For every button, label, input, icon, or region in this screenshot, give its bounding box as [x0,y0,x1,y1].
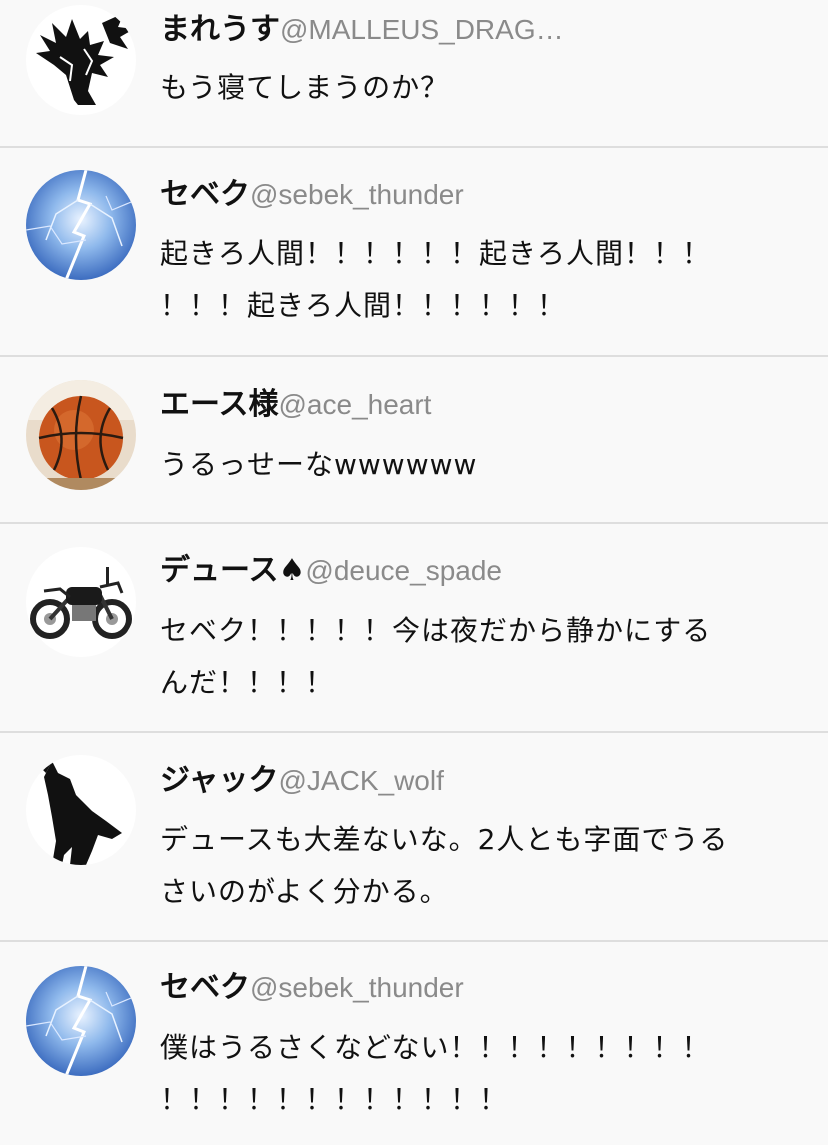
tweet-text: セベク！！！！！今は夜だから静かにする んだ！！！！ [160,605,780,709]
user-handle[interactable]: @sebek_thunder [250,972,464,1003]
display-name[interactable]: デュース♠ [160,553,305,588]
tweet-text-line: んだ！！！！ [160,666,335,699]
wolf-avatar-icon[interactable] [26,755,136,865]
tweet-text: デュースも大差ないな。2人とも字面でうる さいのがよく分かる。 [160,814,780,918]
tweet-timeline: まれうす@MALLEUS_DRAG… もう寝てしまうのか？ セベク@sebek_… [0,0,828,1145]
display-name[interactable]: セベク [160,970,250,1005]
tweet-text: うるっせーなwwwwww [160,439,780,491]
user-handle[interactable]: @JACK_wolf [279,765,444,796]
user-handle[interactable]: @deuce_spade [305,555,502,586]
user-handle[interactable]: @MALLEUS_DRAG… [280,14,564,45]
user-handle[interactable]: @ace_heart [279,389,432,420]
tweet-text: 起きろ人間！！！！！！起きろ人間！！！ ！！！起きろ人間！！！！！！ [160,228,780,332]
tweet-text-line: もう寝てしまうのか？ [160,71,450,104]
tweet-item[interactable]: エース様@ace_heart うるっせーなwwwwww [0,357,828,522]
tweet-header: エース様@ace_heart [160,385,431,429]
user-handle[interactable]: @sebek_thunder [250,179,464,210]
dragon-avatar-icon[interactable] [26,5,136,115]
display-name[interactable]: エース様 [160,387,279,422]
tweet-text-line: 僕はうるさくなどない！！！！！！！！！ [160,1031,711,1064]
tweet-text-line: さいのがよく分かる。 [160,875,449,908]
tweet-text: 僕はうるさくなどない！！！！！！！！！ ！！！！！！！！！！！！ [160,1022,780,1126]
tweet-text-line: うるっせーなwwwwww [160,448,478,481]
tweet-header: まれうす@MALLEUS_DRAG… [160,10,564,54]
display-name[interactable]: セベク [160,177,250,212]
tweet-item[interactable]: デュース♠@deuce_spade セベク！！！！！今は夜だから静かにする んだ… [0,524,828,731]
lightning-avatar-icon[interactable] [26,966,136,1076]
tweet-header: ジャック@JACK_wolf [160,761,444,805]
tweet-text-line: 起きろ人間！！！！！！起きろ人間！！！ [160,237,712,270]
tweet-item[interactable]: まれうす@MALLEUS_DRAG… もう寝てしまうのか？ [0,0,828,146]
motorcycle-avatar-icon[interactable] [26,547,136,657]
tweet-header: セベク@sebek_thunder [160,968,464,1012]
tweet-text-line: ！！！起きろ人間！！！！！！ [160,289,567,322]
display-name[interactable]: ジャック [160,763,279,798]
tweet-header: セベク@sebek_thunder [160,175,464,219]
lightning-avatar-icon[interactable] [26,170,136,280]
tweet-header: デュース♠@deuce_spade [160,551,502,595]
tweet-item[interactable]: セベク@sebek_thunder 僕はうるさくなどない！！！！！！！！！ ！！… [0,942,828,1145]
tweet-item[interactable]: ジャック@JACK_wolf デュースも大差ないな。2人とも字面でうる さいのが… [0,733,828,940]
tweet-text: もう寝てしまうのか？ [160,62,780,114]
display-name[interactable]: まれうす [160,12,280,47]
basketball-avatar-icon[interactable] [26,380,136,490]
tweet-text-line: ！！！！！！！！！！！！ [160,1083,509,1116]
tweet-item[interactable]: セベク@sebek_thunder 起きろ人間！！！！！！起きろ人間！！！ ！！… [0,148,828,355]
tweet-text-line: デュースも大差ないな。2人とも字面でうる [160,823,729,856]
tweet-text-line: セベク！！！！！今は夜だから静かにする [160,614,712,647]
